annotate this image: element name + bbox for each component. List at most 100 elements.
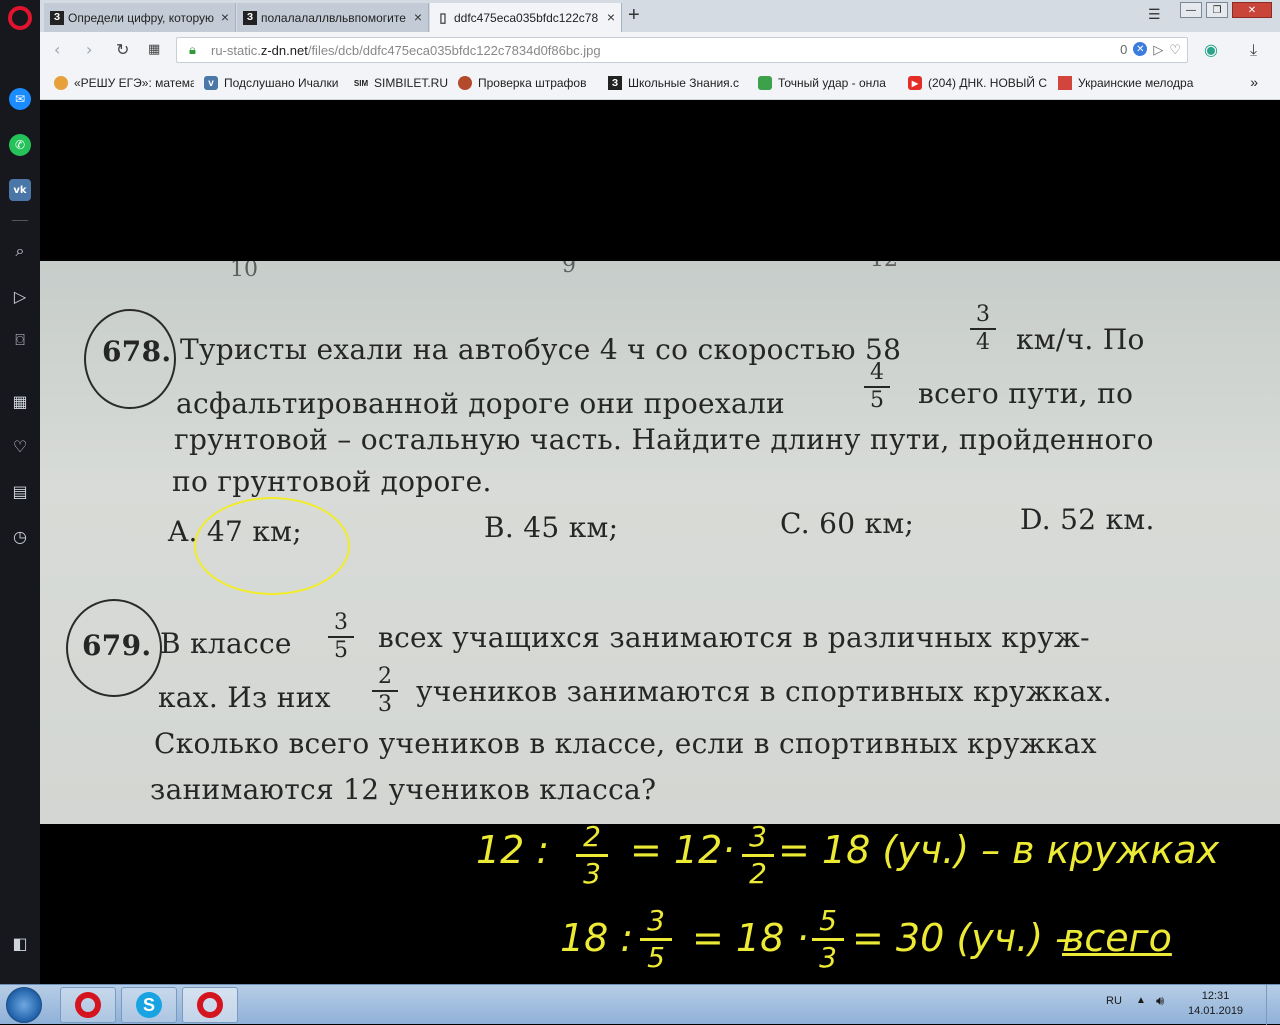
- sim-icon: SIM: [354, 78, 369, 88]
- adblock-icon[interactable]: ✕: [1133, 42, 1148, 56]
- heart-icon[interactable]: ♡: [9, 435, 31, 457]
- bookmarks-more-button[interactable]: »: [1250, 74, 1258, 90]
- faded-text: 10: [230, 261, 258, 282]
- znania-icon: З: [608, 76, 622, 90]
- close-icon[interactable]: ×: [414, 9, 422, 25]
- tab-title: Определи цифру, которую: [68, 10, 215, 25]
- police-icon: [458, 76, 472, 90]
- search-icon[interactable]: ⌕: [9, 240, 31, 262]
- start-button[interactable]: [6, 987, 42, 1023]
- camera-icon[interactable]: ⌼: [9, 329, 31, 351]
- speed-dial-icon[interactable]: ▦: [148, 42, 160, 57]
- solution-line1-mid: = 12·: [630, 828, 735, 872]
- problem-679-line2-end: учеников занимаются в спортивных кружках…: [416, 675, 1112, 708]
- address-bar[interactable]: 🔒︎ ru-static. z-dn.net/files/dcb/ddfc475e…: [176, 37, 1188, 63]
- bookmark-znania[interactable]: З Школьные Знания.с: [608, 76, 748, 90]
- bookmark-youtube[interactable]: ▶ (204) ДНК. НОВЫЙ С: [908, 76, 1048, 90]
- opera-icon: [197, 992, 223, 1018]
- solution-line2-start: 18 :: [560, 916, 634, 960]
- news-icon[interactable]: ▤: [9, 480, 31, 502]
- bookmark-vk[interactable]: v Подслушано Ичалки: [204, 76, 344, 90]
- bookmark-game[interactable]: Точный удар - онла: [758, 76, 900, 90]
- adblock-count: 0: [1120, 42, 1128, 57]
- image-viewport: 10 9 12 678. Туристы ехали на автобусе 4…: [40, 100, 1280, 984]
- music-icon: [1058, 76, 1072, 90]
- fraction: 35: [328, 611, 354, 663]
- forward-icon[interactable]: ›: [86, 40, 92, 59]
- tab-1[interactable]: З Определи цифру, которую ×: [44, 3, 236, 32]
- tab-title: полалалаллвльвпомогите: [261, 10, 406, 25]
- problem-679-line4: занимаются 12 учеников класса?: [150, 773, 657, 806]
- taskbar-skype[interactable]: S: [121, 987, 177, 1023]
- clock-time: 12:31: [1201, 990, 1230, 1002]
- problem-678-line3: грунтовой – остальную часть. Найдите дли…: [174, 423, 1154, 456]
- vpn-icon[interactable]: ◉: [1204, 40, 1218, 59]
- address-toolbar: ‹ › ↻ ▦ 🔒︎ ru-static. z-dn.net/files/dcb/…: [40, 32, 1280, 68]
- znania-favicon-icon: З: [50, 10, 64, 25]
- show-desktop-button[interactable]: [1266, 985, 1280, 1025]
- url-prefix: ru-static.: [211, 42, 261, 58]
- handwritten-fraction: 23: [576, 822, 608, 889]
- speed-dial-icon[interactable]: ▦: [9, 390, 31, 412]
- clock-date: 14.01.2019: [1188, 1005, 1244, 1017]
- bookmark-shtrafy[interactable]: Проверка штрафов: [458, 76, 600, 90]
- solution-line1-start: 12 :: [476, 828, 550, 872]
- problem-679-line3: Сколько всего учеников в классе, если в …: [154, 727, 1097, 760]
- history-icon[interactable]: ◷: [9, 525, 31, 547]
- tray-arrow-icon[interactable]: ▲: [1136, 995, 1146, 1006]
- url-domain: z-dn.net: [260, 42, 308, 58]
- fraction: 23: [372, 665, 398, 717]
- option-b: B. 45 км;: [484, 511, 619, 544]
- minimize-button[interactable]: —: [1180, 2, 1202, 18]
- messenger-icon[interactable]: ✉: [9, 88, 31, 110]
- vk-icon[interactable]: vk: [9, 179, 31, 201]
- problem-678-line2-end: всего пути, по: [918, 377, 1134, 410]
- share-icon[interactable]: ▷: [1153, 42, 1163, 58]
- close-icon[interactable]: ×: [221, 9, 229, 25]
- faded-text: 9: [562, 261, 576, 278]
- sidebar-separator: [12, 220, 28, 221]
- handwritten-fraction: 53: [812, 906, 844, 973]
- tab-2[interactable]: З полалалаллвльвпомогите ×: [237, 3, 429, 32]
- problem-679-number: 679.: [82, 629, 152, 662]
- volume-icon[interactable]: 🔊︎: [1156, 993, 1164, 1009]
- reload-icon[interactable]: ↻: [116, 40, 129, 59]
- taskbar-opera[interactable]: [60, 987, 116, 1023]
- solution-line1-end: = 18 (уч.) – в кружках: [778, 828, 1220, 872]
- bookmarks-bar: «РЕШУ ЕГЭ»: матема v Подслушано Ичалки SI…: [40, 68, 1280, 100]
- close-window-button[interactable]: ✕: [1232, 2, 1272, 18]
- bookmark-reshu[interactable]: «РЕШУ ЕГЭ»: матема: [54, 76, 194, 90]
- game-icon: [758, 76, 772, 90]
- problem-678-line1: Туристы ехали на автобусе 4 ч со скорост…: [180, 333, 902, 366]
- taskbar-opera-active[interactable]: [182, 987, 238, 1023]
- solution-line2-end: = 30 (уч.) –: [852, 916, 1075, 960]
- send-icon[interactable]: ▷: [9, 285, 31, 307]
- solution-total-word: всего: [1062, 916, 1172, 960]
- handwritten-fraction: 32: [742, 822, 774, 889]
- tab-menu-icon[interactable]: ☰: [1148, 6, 1161, 23]
- download-icon[interactable]: ⤓: [1250, 40, 1257, 60]
- bookmark-heart-icon[interactable]: ♡: [1169, 42, 1181, 58]
- back-icon[interactable]: ‹: [54, 40, 60, 59]
- whatsapp-icon[interactable]: ✆: [9, 134, 31, 156]
- language-indicator[interactable]: RU: [1106, 995, 1122, 1007]
- tab-strip: З Определи цифру, которую × З полалалалл…: [40, 0, 1280, 32]
- answer-highlight-circle: [194, 497, 350, 595]
- tab-3-active[interactable]: ▯ ddfc475eca035bfdc122c78 ×: [430, 3, 622, 32]
- close-icon[interactable]: ×: [607, 9, 615, 25]
- bookmark-music[interactable]: Украинские мелодра: [1058, 76, 1198, 90]
- faded-text: 12: [870, 261, 898, 272]
- opera-logo-icon[interactable]: [8, 6, 32, 30]
- sidebar-toggle-icon[interactable]: ◧: [9, 932, 31, 954]
- vk-icon: v: [204, 76, 218, 90]
- option-d: D. 52 км.: [1020, 503, 1155, 536]
- youtube-icon: ▶: [908, 76, 922, 90]
- handwritten-fraction: 35: [640, 906, 672, 973]
- bookmark-simbilet[interactable]: SIM SIMBILET.RU: [354, 76, 450, 90]
- opera-sidebar: ✉ ✆ vk ⌕ ▷ ⌼ ▦ ♡ ▤ ◷ ◧: [0, 0, 40, 984]
- solution-line2-mid: = 18 ·: [692, 916, 809, 960]
- znania-favicon-icon: З: [243, 10, 257, 25]
- new-tab-button[interactable]: +: [628, 4, 640, 27]
- clock[interactable]: 12:31 14.01.2019: [1188, 989, 1243, 1019]
- maximize-button[interactable]: ❐: [1206, 2, 1228, 18]
